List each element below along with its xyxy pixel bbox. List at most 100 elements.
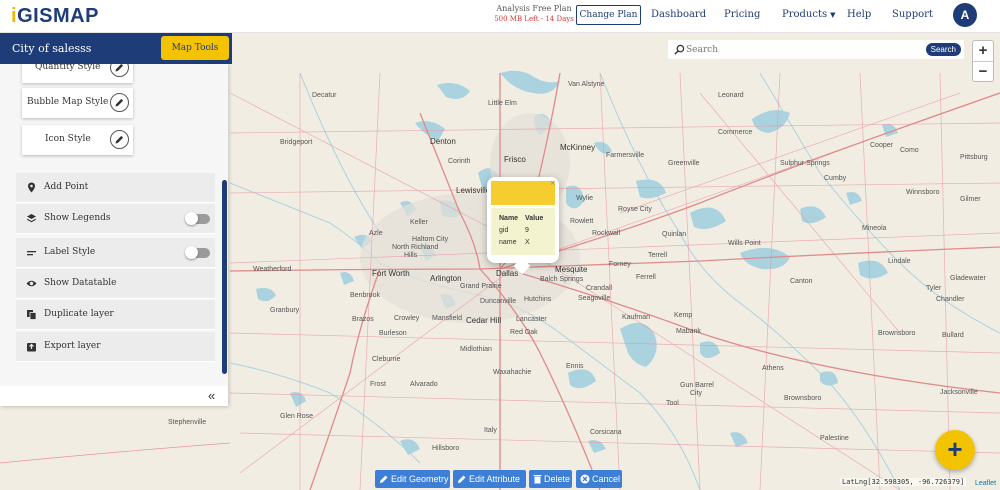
brand-logo[interactable]: iGISMAP — [11, 5, 99, 28]
collapse-panel-button[interactable]: « — [208, 388, 215, 403]
bubble-map-style-card[interactable]: Bubble Map Style — [22, 88, 133, 118]
map-tools-button[interactable]: Map Tools — [161, 36, 229, 60]
duplicate-layer-label: Duplicate layer — [44, 309, 114, 319]
export-layer-label: Export layer — [44, 341, 101, 351]
popup-table: Name Value gid 9 name X — [491, 208, 555, 255]
edit-geometry-label: Edit Geometry — [391, 474, 449, 484]
pencil-icon — [380, 475, 388, 483]
map-place-label: Bullard — [942, 332, 964, 339]
map-place-label: Gilmer — [960, 196, 981, 203]
map-place-label: Gladewater — [950, 275, 986, 282]
edit-attribute-button[interactable]: Edit Attribute — [453, 470, 526, 488]
search-button[interactable]: Search — [925, 43, 961, 56]
map-place-label: Cleburne — [372, 356, 401, 363]
map-place-label: Van Alstyne — [568, 81, 605, 88]
menu-add-point[interactable]: Add Point — [16, 173, 215, 203]
menu-duplicate-layer[interactable]: Duplicate layer — [16, 300, 215, 330]
popup-key: name — [499, 239, 517, 246]
nav-help[interactable]: Help — [847, 9, 871, 20]
map-place-label: Crandall — [586, 285, 613, 292]
map-place-label: Mesquite — [555, 265, 588, 274]
map-place-label: Mansfield — [432, 315, 462, 322]
map-place-label: Farmersville — [606, 152, 645, 159]
menu-show-datatable[interactable]: Show Datatable — [16, 269, 215, 299]
map-place-label: Frisco — [504, 155, 526, 164]
legends-toggle[interactable] — [185, 212, 210, 225]
map-place-label: Seagoville — [578, 295, 611, 302]
map-place-label: Kaufman — [622, 314, 651, 321]
edit-icon[interactable] — [110, 64, 129, 77]
map-place-label: Canton — [790, 278, 813, 285]
pencil-icon — [458, 475, 466, 483]
map-place-label: Tyler — [926, 285, 942, 292]
map-place-label: Stephenville — [168, 419, 207, 426]
menu-label-style[interactable]: Label Style — [16, 238, 215, 268]
map-place-label: Corinth — [448, 158, 471, 165]
popup-value-header: Value — [524, 215, 544, 222]
edit-geometry-button[interactable]: Edit Geometry — [375, 470, 450, 488]
map-place-label: Hills — [404, 252, 418, 259]
avatar[interactable]: A — [953, 3, 977, 27]
show-legends-label: Show Legends — [44, 213, 111, 223]
plan-remaining: 500 MB Left - 14 Days — [494, 15, 574, 23]
map-place-label: Jacksonville — [940, 389, 978, 396]
map-place-label: Azle — [369, 230, 383, 237]
map-place-label: Brazos — [352, 316, 374, 323]
nav-products[interactable]: Products ▼ — [782, 9, 836, 20]
edit-icon[interactable] — [110, 93, 129, 112]
map-place-label: Tool — [666, 400, 679, 407]
popup-header-row: Name Value — [499, 213, 547, 225]
map-place-label: Como — [900, 147, 919, 154]
icon-style-card[interactable]: Icon Style — [22, 125, 133, 155]
chevron-down-icon: ▼ — [830, 11, 836, 19]
map-place-label: Crowley — [394, 315, 420, 322]
popup-header — [491, 181, 555, 205]
add-fab-button[interactable]: + — [935, 430, 975, 470]
leaflet-attribution[interactable]: Leaflet — [975, 480, 996, 487]
close-icon[interactable]: × — [550, 178, 555, 188]
map-place-label: Bridgeport — [280, 139, 313, 146]
map-place-label: Decatur — [312, 92, 337, 99]
delete-button[interactable]: Delete — [529, 470, 572, 488]
map-place-label: Pittsburg — [960, 154, 988, 161]
menu-export-layer[interactable]: Export layer — [16, 332, 215, 362]
label-style-toggle[interactable] — [185, 246, 210, 259]
map-place-label: Quinlan — [662, 231, 687, 238]
map-place-label: Midlothian — [460, 346, 492, 353]
toggle-knob — [185, 212, 198, 225]
popup-value: 9 — [524, 227, 529, 234]
feature-popup: × Name Value gid 9 name X — [487, 177, 559, 275]
layer-name: City of salesss — [12, 42, 92, 55]
map-place-label: Grand Prairie — [460, 283, 502, 290]
map-place-label: Corsicana — [590, 429, 622, 436]
zoom-in-button[interactable]: + — [973, 41, 993, 61]
panel-scrollbar[interactable] — [222, 180, 227, 374]
map-place-label: Balch Springs — [540, 276, 584, 283]
cancel-button[interactable]: Cancel — [576, 470, 622, 488]
map-place-label: Wylie — [576, 195, 594, 202]
nav-dashboard[interactable]: Dashboard — [651, 9, 706, 20]
nav-support[interactable]: Support — [892, 9, 933, 20]
nav-products-label: Products — [782, 9, 828, 20]
nav-pricing[interactable]: Pricing — [724, 9, 760, 20]
map-place-label: Hutchins — [524, 296, 552, 303]
map-place-label: Granbury — [270, 307, 300, 314]
map-place-label: Red Oak — [510, 329, 538, 336]
search-input[interactable] — [686, 42, 886, 57]
map-place-label: Chandler — [936, 296, 965, 303]
map-place-label: Leonard — [718, 92, 744, 99]
layer-tools-panel: Quantity Style Bubble Map Style Icon Sty… — [0, 64, 228, 406]
quantity-style-card[interactable]: Quantity Style — [22, 64, 133, 83]
change-plan-button[interactable]: Change Plan — [576, 5, 641, 25]
map-place-label: Dallas — [496, 269, 519, 278]
zoom-out-button[interactable]: − — [973, 61, 993, 81]
edit-icon[interactable] — [110, 130, 129, 149]
copy-icon — [27, 310, 37, 320]
map-place-label: Royse City — [618, 206, 652, 213]
cancel-label: Cancel — [592, 474, 621, 484]
map-place-label: Frost — [370, 381, 386, 388]
quantity-style-label: Quantity Style — [35, 64, 101, 72]
bubble-map-style-label: Bubble Map Style — [27, 97, 109, 107]
menu-show-legends[interactable]: Show Legends — [16, 204, 215, 234]
map-place-label: Lindale — [888, 258, 911, 265]
